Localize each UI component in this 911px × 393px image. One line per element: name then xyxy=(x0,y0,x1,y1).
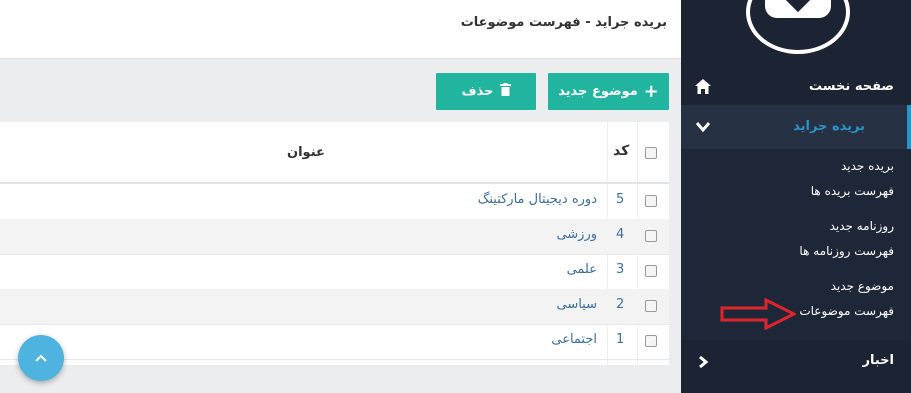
delete-button[interactable]: حذف xyxy=(436,73,536,110)
active-indicator xyxy=(907,105,911,149)
row-code: 5 xyxy=(616,192,625,207)
submenu-new-clipping[interactable]: بریده جدید xyxy=(841,159,894,173)
row-title[interactable]: ورزشی xyxy=(556,227,597,242)
scroll-top-button[interactable] xyxy=(18,335,64,381)
row-code: 4 xyxy=(616,227,625,242)
page-title: بریده جراید - فهرست موضوعات xyxy=(460,15,667,30)
column-header-code[interactable]: کد xyxy=(613,143,629,159)
sidebar-item-label: صفحه نخست xyxy=(809,79,894,94)
row-checkbox[interactable] xyxy=(645,195,657,207)
row-title[interactable]: اجتماعی xyxy=(551,332,597,347)
submenu-new-topic[interactable]: موضوع جدید xyxy=(831,279,894,293)
chevron-down-icon xyxy=(695,122,711,133)
chevron-left-icon xyxy=(699,355,709,369)
new-topic-button[interactable]: + موضوع جدید xyxy=(548,73,669,110)
row-code: 2 xyxy=(616,297,625,312)
column-header-title[interactable]: عنوان xyxy=(287,145,325,160)
annotation-arrow-icon xyxy=(720,298,796,330)
table-row[interactable]: 2 سیاسی xyxy=(0,289,669,325)
sidebar-submenu: بریده جدید فهرست بریده ها روزنامه جدید ف… xyxy=(681,149,911,340)
select-all-checkbox[interactable] xyxy=(645,147,657,159)
sidebar-item-home[interactable]: صفحه نخست xyxy=(681,70,911,104)
row-title[interactable]: علمی xyxy=(567,262,597,277)
sidebar-item-news[interactable]: اخبار xyxy=(681,340,911,384)
row-title[interactable]: سیاسی xyxy=(556,297,597,312)
trash-icon xyxy=(499,83,511,100)
table-row[interactable]: 1 اجتماعی xyxy=(0,324,669,360)
home-icon xyxy=(695,79,711,94)
table-row[interactable]: 5 دوره دیجیتال مارکتینگ xyxy=(0,184,669,220)
row-checkbox[interactable] xyxy=(645,230,657,242)
submenu-newspapers-list[interactable]: فهرست روزنامه ها xyxy=(799,244,894,258)
sidebar-item-clippings[interactable]: بریده جراید xyxy=(681,105,911,149)
table-header: کد عنوان xyxy=(0,122,669,184)
row-checkbox[interactable] xyxy=(645,265,657,277)
row-checkbox[interactable] xyxy=(645,335,657,347)
sidebar-item-label: اخبار xyxy=(862,353,895,368)
row-title[interactable]: دوره دیجیتال مارکتینگ xyxy=(478,192,597,207)
table-row[interactable]: 4 ورزشی xyxy=(0,219,669,255)
submenu-new-newspaper[interactable]: روزنامه جدید xyxy=(830,219,894,233)
row-checkbox[interactable] xyxy=(645,300,657,312)
plus-icon: + xyxy=(643,80,659,102)
new-topic-label: موضوع جدید xyxy=(558,84,638,99)
row-code: 3 xyxy=(616,262,625,277)
table-row[interactable]: 3 علمی xyxy=(0,254,669,290)
row-code: 1 xyxy=(616,332,625,347)
delete-label: حذف xyxy=(461,84,494,99)
chevron-up-icon xyxy=(35,354,47,362)
submenu-clippings-list[interactable]: فهرست بریده ها xyxy=(811,184,894,198)
page-header: بریده جراید - فهرست موضوعات xyxy=(0,0,681,59)
topics-table: کد عنوان 5 دوره دیجیتال مارکتینگ 4 ورزشی… xyxy=(0,122,669,365)
sidebar-item-label: بریده جراید xyxy=(793,119,865,134)
submenu-topics-list[interactable]: فهرست موضوعات xyxy=(799,304,894,318)
